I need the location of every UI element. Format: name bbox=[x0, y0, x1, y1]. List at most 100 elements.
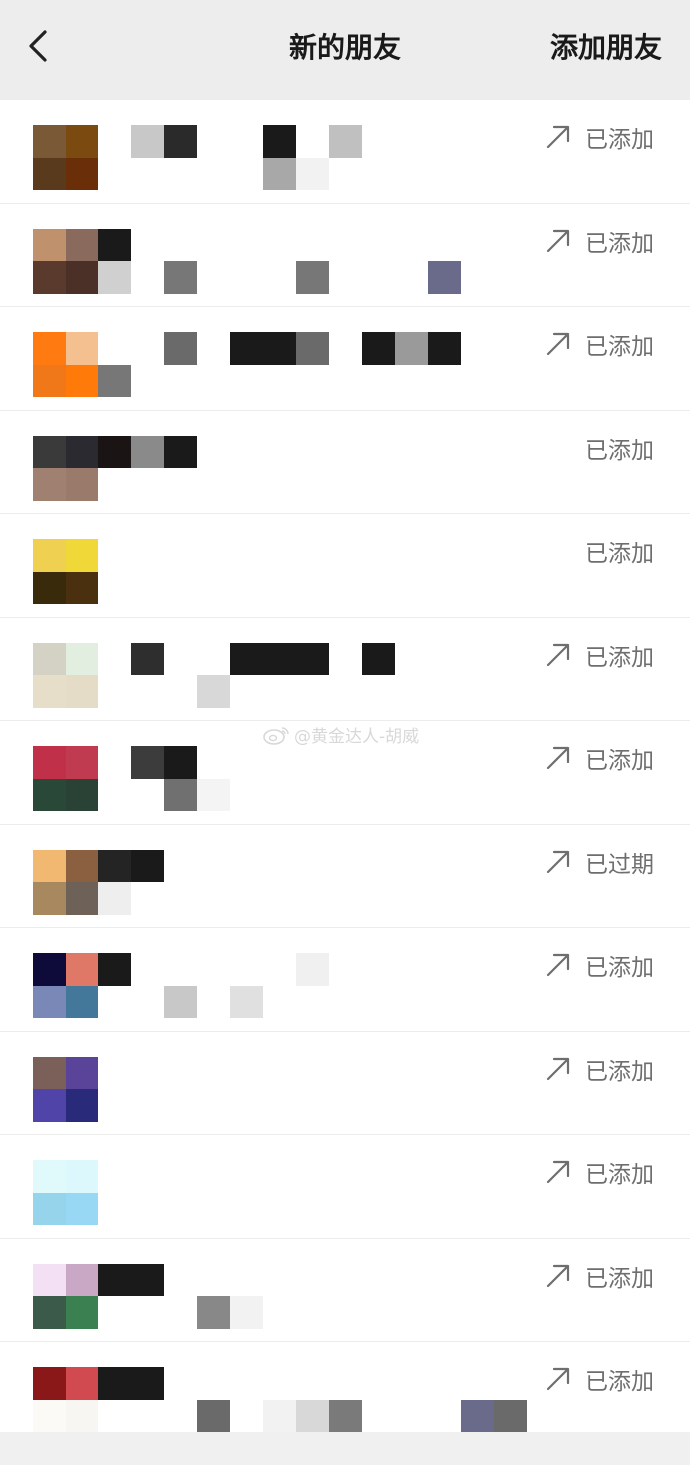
mosaic-cell bbox=[461, 953, 494, 986]
pixelated-name bbox=[98, 125, 528, 190]
friend-row[interactable]: 已添加 bbox=[0, 204, 690, 307]
mosaic-cell bbox=[230, 953, 263, 986]
arrow-up-right-icon bbox=[546, 643, 570, 666]
mosaic-cell bbox=[197, 675, 230, 708]
status-label: 已添加 bbox=[585, 748, 654, 774]
mosaic-cell bbox=[296, 125, 329, 158]
friend-row[interactable]: 已过期 bbox=[0, 825, 690, 928]
avatar-mosaic-cell bbox=[65, 675, 98, 708]
arrow-up-right-icon bbox=[546, 746, 570, 770]
pixelated-name bbox=[98, 746, 528, 811]
friend-row[interactable]: 已添加 bbox=[0, 100, 690, 204]
mosaic-cell bbox=[329, 675, 362, 708]
avatar[interactable] bbox=[33, 332, 98, 397]
pixelated-name bbox=[98, 539, 528, 604]
avatar[interactable] bbox=[33, 1160, 98, 1225]
friend-row[interactable]: 已添加 bbox=[0, 307, 690, 411]
mosaic-cell bbox=[494, 158, 527, 191]
friend-row[interactable]: 已添加 bbox=[0, 721, 690, 825]
avatar[interactable] bbox=[33, 539, 98, 604]
mosaic-cell bbox=[362, 746, 395, 779]
mosaic-cell bbox=[461, 882, 494, 915]
mosaic-cell bbox=[197, 1160, 230, 1193]
arrow-up-right-icon bbox=[546, 1264, 570, 1287]
mosaic-cell bbox=[428, 1367, 461, 1400]
mosaic-cell bbox=[362, 332, 395, 365]
back-button[interactable] bbox=[18, 22, 58, 70]
mosaic-cell bbox=[164, 746, 197, 779]
avatar-mosaic-cell bbox=[65, 1056, 98, 1089]
avatar-mosaic-cell bbox=[33, 157, 66, 190]
mosaic-cell bbox=[329, 850, 362, 883]
arrow-up-right-icon bbox=[546, 125, 570, 149]
status-label: 已添加 bbox=[585, 437, 654, 464]
mosaic-cell bbox=[329, 1264, 362, 1297]
avatar[interactable] bbox=[33, 1367, 98, 1432]
mosaic-cell bbox=[98, 882, 131, 915]
mosaic-cell bbox=[329, 229, 362, 262]
mosaic-cell bbox=[131, 468, 164, 501]
avatar[interactable] bbox=[33, 125, 98, 190]
mosaic-cell bbox=[461, 1160, 494, 1193]
mosaic-cell bbox=[197, 1296, 230, 1329]
friend-row[interactable]: 已添加 bbox=[0, 928, 690, 1032]
mosaic-cell bbox=[428, 572, 461, 605]
friend-row[interactable]: 已添加 bbox=[0, 1032, 690, 1135]
mosaic-cell bbox=[494, 332, 527, 365]
avatar[interactable] bbox=[33, 953, 98, 1018]
friend-row[interactable]: 已添加 bbox=[0, 618, 690, 721]
pixelated-name bbox=[98, 435, 528, 501]
mosaic-cell bbox=[329, 643, 362, 676]
mosaic-cell bbox=[131, 779, 164, 812]
avatar-mosaic-cell bbox=[65, 1296, 98, 1329]
friend-row[interactable]: 已添加 bbox=[0, 1342, 690, 1432]
mosaic-cell bbox=[197, 986, 230, 1019]
avatar[interactable] bbox=[33, 1056, 98, 1122]
status-indicator: 已添加 bbox=[545, 741, 654, 775]
mosaic-cell bbox=[494, 1296, 527, 1329]
status-indicator: 已添加 bbox=[545, 534, 654, 568]
friend-row[interactable]: 已添加 bbox=[0, 411, 690, 514]
mosaic-cell bbox=[230, 125, 263, 158]
mosaic-cell bbox=[131, 1193, 164, 1226]
mosaic-cell bbox=[98, 779, 131, 812]
mosaic-cell bbox=[329, 539, 362, 572]
avatar[interactable] bbox=[33, 642, 98, 708]
avatar[interactable] bbox=[33, 746, 98, 811]
friend-row[interactable]: 已添加 bbox=[0, 514, 690, 618]
mosaic-cell bbox=[296, 746, 329, 779]
mosaic-cell bbox=[296, 332, 329, 365]
mosaic-cell bbox=[362, 1089, 395, 1122]
arrow-up-right-icon bbox=[546, 953, 570, 977]
mosaic-cell bbox=[263, 882, 296, 915]
mosaic-cell bbox=[296, 539, 329, 572]
friend-row[interactable]: 已添加 bbox=[0, 1239, 690, 1342]
avatar[interactable] bbox=[33, 1263, 98, 1329]
mosaic-cell bbox=[395, 229, 428, 262]
mosaic-cell bbox=[197, 436, 230, 469]
mosaic-cell bbox=[98, 849, 131, 882]
mosaic-cell bbox=[164, 158, 197, 191]
mosaic-cell bbox=[362, 1296, 395, 1329]
mosaic-cell bbox=[131, 1057, 164, 1090]
mosaic-cell bbox=[494, 229, 527, 262]
mosaic-cell bbox=[362, 539, 395, 572]
avatar-mosaic-cell bbox=[65, 985, 98, 1018]
mosaic-cell bbox=[197, 572, 230, 605]
avatar[interactable] bbox=[33, 849, 98, 915]
mosaic-cell bbox=[461, 986, 494, 1019]
mosaic-cell bbox=[494, 1193, 527, 1226]
avatar[interactable] bbox=[33, 435, 98, 501]
mosaic-cell bbox=[428, 1296, 461, 1329]
mosaic-cell bbox=[395, 1367, 428, 1400]
avatar-mosaic-cell bbox=[33, 228, 66, 261]
avatar[interactable] bbox=[33, 228, 98, 294]
mosaic-cell bbox=[98, 539, 131, 572]
mosaic-cell bbox=[428, 779, 461, 812]
add-friend-button[interactable]: 添加朋友 bbox=[550, 26, 662, 66]
mosaic-cell bbox=[164, 332, 197, 365]
friend-row[interactable]: 已添加 bbox=[0, 1135, 690, 1239]
pixelated-name bbox=[98, 1160, 528, 1225]
mosaic-cell bbox=[230, 1264, 263, 1297]
mosaic-cell bbox=[197, 539, 230, 572]
